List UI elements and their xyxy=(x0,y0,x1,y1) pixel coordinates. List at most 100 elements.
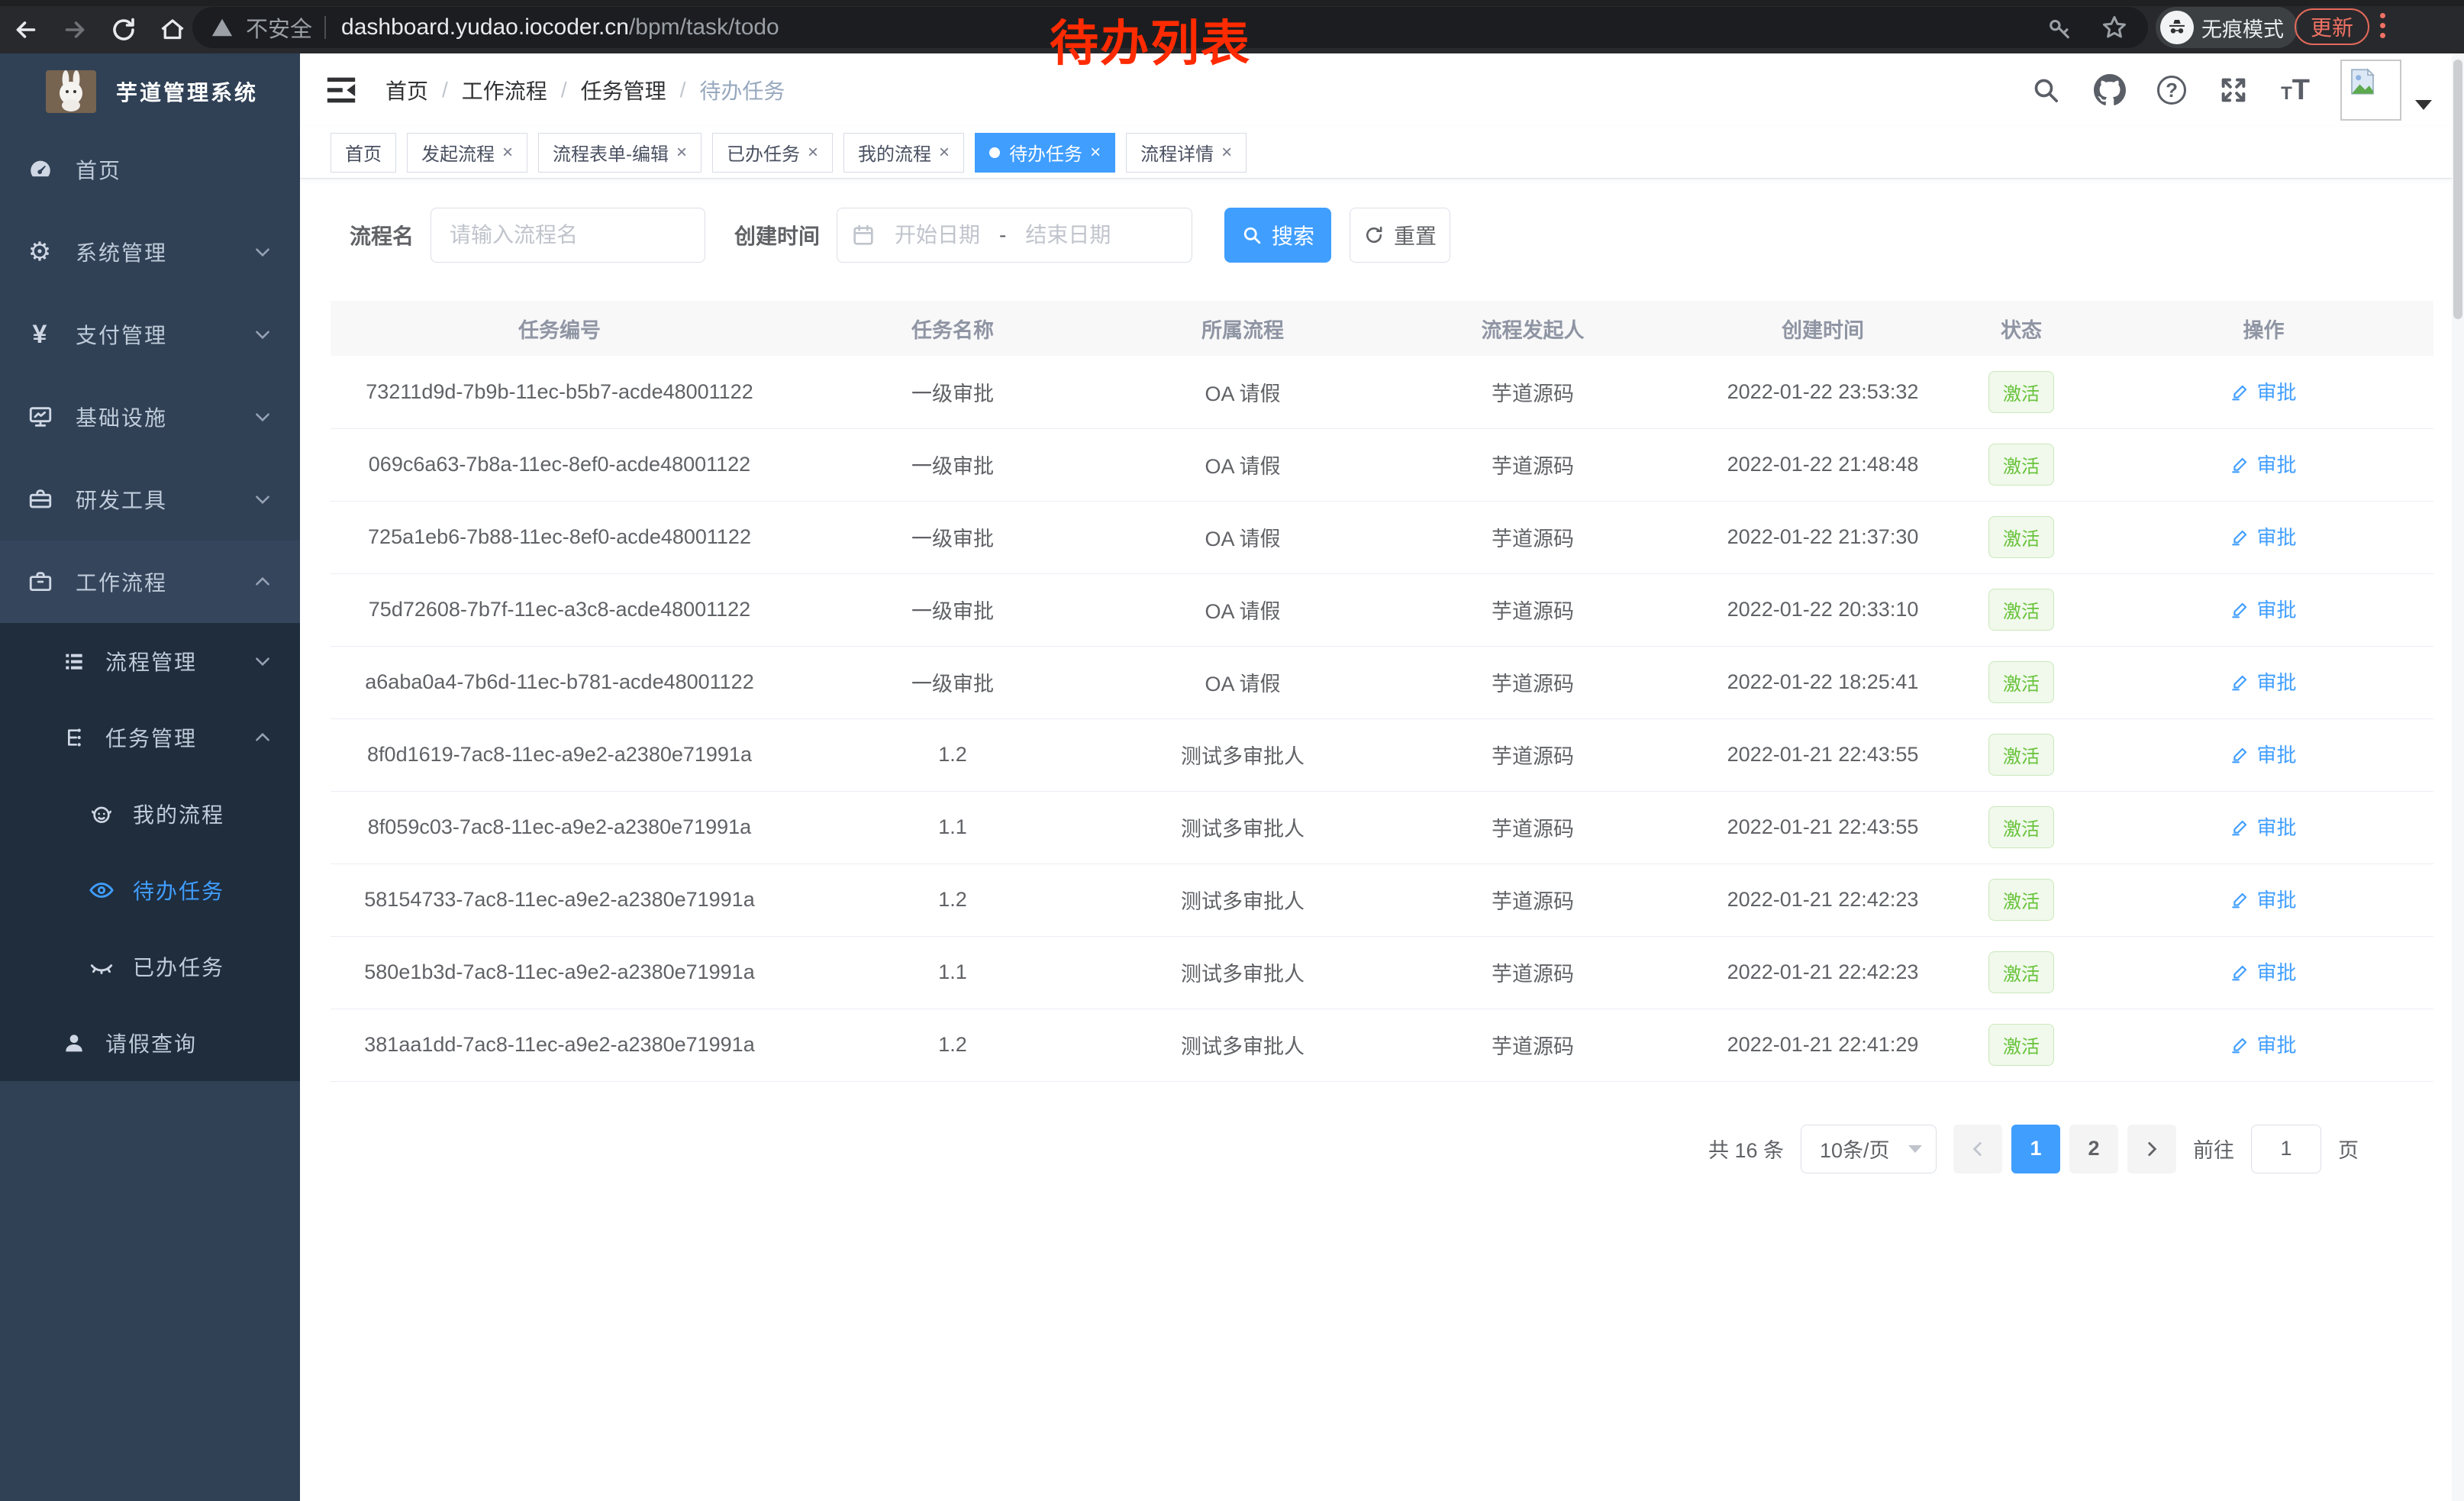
forward-icon[interactable] xyxy=(60,15,90,45)
annotation-overlay-text: 待办列表 xyxy=(1050,5,1251,75)
tag-label: 我的流程 xyxy=(858,139,931,166)
tag-process-detail[interactable]: 流程详情× xyxy=(1126,133,1247,173)
breadcrumb-home[interactable]: 首页 xyxy=(385,75,428,105)
sidebar-item-label: 任务管理 xyxy=(105,722,197,753)
table-row: 725a1eb6-7b88-11ec-8ef0-acde48001122 一级审… xyxy=(331,501,2433,573)
update-label: 更新 xyxy=(2311,11,2353,42)
approve-link[interactable]: 审批 xyxy=(2230,740,2296,768)
github-icon[interactable] xyxy=(2093,73,2127,107)
status-badge: 激活 xyxy=(1988,734,2054,776)
close-icon[interactable]: × xyxy=(808,142,818,163)
sidebar-item-label: 研发工具 xyxy=(76,484,167,515)
prev-page-button[interactable] xyxy=(1953,1125,2002,1173)
reload-icon[interactable] xyxy=(108,15,139,45)
table-row: 8f0d1619-7ac8-11ec-a9e2-a2380e71991a 1.2… xyxy=(331,718,2433,791)
briefcase-icon xyxy=(25,569,56,595)
goto-label: 前往 xyxy=(2193,1134,2234,1164)
tag-done-task[interactable]: 已办任务× xyxy=(712,133,833,173)
tag-my-process[interactable]: 我的流程 × xyxy=(843,133,964,173)
approve-link[interactable]: 审批 xyxy=(2230,450,2296,478)
security-indicator[interactable]: 不安全 xyxy=(211,11,312,44)
browser-menu-icon[interactable] xyxy=(2380,13,2388,38)
list-icon xyxy=(60,649,89,673)
app-logo-rabbit xyxy=(46,70,96,113)
home-icon[interactable] xyxy=(157,15,188,45)
fullscreen-icon[interactable] xyxy=(2217,73,2250,107)
sidebar-item-system[interactable]: ⚙ 系统管理 xyxy=(0,211,300,293)
search-icon[interactable] xyxy=(2029,73,2062,107)
approve-label: 审批 xyxy=(2256,1030,2296,1058)
close-icon[interactable]: × xyxy=(939,142,950,163)
sidebar-item-workflow[interactable]: 工作流程 xyxy=(0,541,300,623)
page-button-2[interactable]: 2 xyxy=(2069,1125,2118,1173)
bookmark-star-icon[interactable] xyxy=(2098,11,2131,44)
sidebar-item-payment[interactable]: ¥ 支付管理 xyxy=(0,293,300,376)
approve-link[interactable]: 审批 xyxy=(2230,522,2296,550)
search-button[interactable]: 搜索 xyxy=(1224,208,1331,263)
close-icon[interactable]: × xyxy=(502,142,513,163)
sidebar-item-label: 待办任务 xyxy=(133,875,224,905)
scrollbar[interactable] xyxy=(2452,53,2464,1501)
cell-create-time: 2022-01-21 22:42:23 xyxy=(1697,936,1949,1009)
gear-icon: ⚙ xyxy=(25,237,56,267)
scrollbar-thumb[interactable] xyxy=(2453,60,2462,319)
approve-link[interactable]: 审批 xyxy=(2230,812,2296,841)
sidebar-item-task-management[interactable]: 任务管理 xyxy=(0,699,300,776)
font-size-icon[interactable]: TT xyxy=(2281,74,2310,107)
chevron-down-icon xyxy=(253,407,273,427)
browser-update-button[interactable]: 更新 xyxy=(2295,8,2369,45)
calendar-icon xyxy=(851,223,876,247)
approve-link[interactable]: 审批 xyxy=(2230,667,2296,696)
sidebar-item-done-task[interactable]: 已办任务 xyxy=(0,928,300,1005)
cell-process: 测试多审批人 xyxy=(1117,1009,1369,1081)
end-date-input[interactable] xyxy=(1011,223,1125,247)
password-key-icon[interactable] xyxy=(2043,11,2076,44)
start-date-input[interactable] xyxy=(880,223,995,247)
close-icon[interactable]: × xyxy=(676,142,687,163)
app-logo-row[interactable]: 芋道管理系统 xyxy=(0,53,300,128)
sidebar-item-todo-task[interactable]: 待办任务 xyxy=(0,852,300,928)
url-text[interactable]: dashboard.yudao.iocoder.cn/bpm/task/todo xyxy=(341,15,779,40)
user-menu[interactable] xyxy=(2340,60,2432,121)
sidebar-item-home[interactable]: 首页 xyxy=(0,128,300,211)
approve-link[interactable]: 审批 xyxy=(2230,1030,2296,1058)
process-name-input[interactable] xyxy=(431,208,705,263)
approve-link[interactable]: 审批 xyxy=(2230,957,2296,986)
sidebar-item-process-management[interactable]: 流程管理 xyxy=(0,623,300,699)
sidebar-item-infrastructure[interactable]: 基础设施 xyxy=(0,376,300,458)
close-icon[interactable]: × xyxy=(1090,142,1101,163)
avatar[interactable] xyxy=(2340,60,2401,121)
back-icon[interactable] xyxy=(11,15,41,45)
goto-page-input[interactable] xyxy=(2251,1125,2321,1173)
sidebar-collapse-icon[interactable] xyxy=(324,75,358,105)
approve-link[interactable]: 审批 xyxy=(2230,377,2296,405)
cell-starter: 芋道源码 xyxy=(1369,936,1697,1009)
cell-starter: 芋道源码 xyxy=(1369,1009,1697,1081)
page-content: 流程名 创建时间 - 搜索 xyxy=(300,179,2464,1173)
sidebar-item-my-process[interactable]: 我的流程 xyxy=(0,776,300,852)
sidebar: 芋道管理系统 首页 ⚙ 系统管理 ¥ 支付管理 xyxy=(0,53,300,1501)
close-icon[interactable]: × xyxy=(1221,142,1232,163)
page-button-1[interactable]: 1 xyxy=(2011,1125,2060,1173)
sidebar-item-label: 已办任务 xyxy=(133,951,224,982)
date-range-picker[interactable]: - xyxy=(837,208,1192,263)
cell-process: OA 请假 xyxy=(1117,573,1369,646)
tag-home[interactable]: 首页 xyxy=(331,133,396,173)
next-page-button[interactable] xyxy=(2127,1125,2176,1173)
col-starter: 流程发起人 xyxy=(1369,301,1697,356)
sidebar-item-dev-tools[interactable]: 研发工具 xyxy=(0,458,300,541)
approve-link[interactable]: 审批 xyxy=(2230,595,2296,623)
tag-todo-task[interactable]: 待办任务× xyxy=(975,133,1115,173)
help-icon[interactable]: ? xyxy=(2157,76,2186,105)
approve-link[interactable]: 审批 xyxy=(2230,885,2296,913)
breadcrumb-task-mgmt[interactable]: 任务管理 xyxy=(581,75,666,105)
reset-button[interactable]: 重置 xyxy=(1350,208,1450,263)
tag-start-process[interactable]: 发起流程× xyxy=(407,133,527,173)
page-size-select[interactable]: 10条/页 xyxy=(1801,1125,1937,1173)
sidebar-item-leave-query[interactable]: 请假查询 xyxy=(0,1005,300,1081)
yen-icon: ¥ xyxy=(25,320,56,350)
cell-process: 测试多审批人 xyxy=(1117,936,1369,1009)
breadcrumb-workflow[interactable]: 工作流程 xyxy=(462,75,547,105)
tag-process-form-edit[interactable]: 流程表单-编辑× xyxy=(538,133,701,173)
monitor-icon xyxy=(25,404,56,430)
